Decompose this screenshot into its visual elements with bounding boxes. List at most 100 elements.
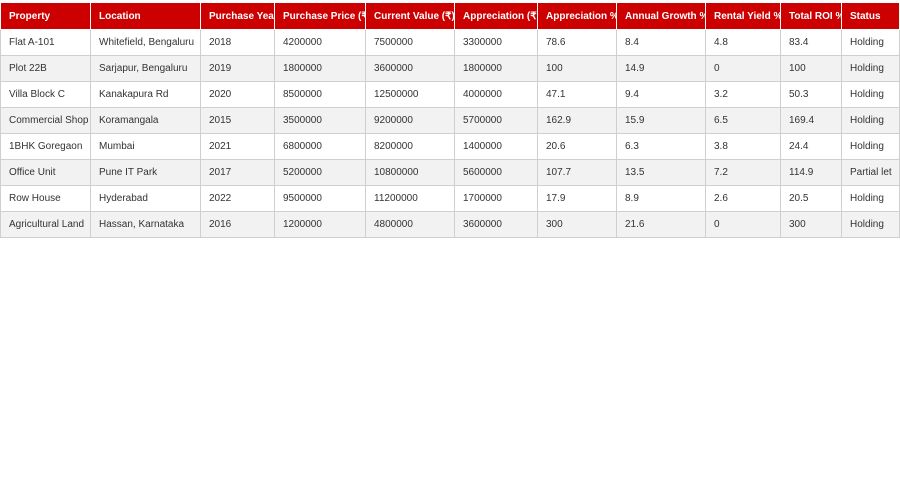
column-header-purchase-year[interactable]: Purchase Year [200, 2, 275, 30]
table-cell-total-roi[interactable]: 83.4 [780, 29, 842, 56]
table-cell-property[interactable]: Row House [0, 185, 91, 212]
table-cell-current-value[interactable]: 3600000 [365, 55, 455, 82]
table-cell-rental-yield[interactable]: 4.8 [705, 29, 781, 56]
table-cell-appreciation[interactable]: 47.1 [537, 81, 617, 108]
table-cell-location[interactable]: Sarjapur, Bengaluru [90, 55, 201, 82]
table-cell-annual-growth[interactable]: 13.5 [616, 159, 706, 186]
table-cell-property[interactable]: Commercial Shop [0, 107, 91, 134]
table-cell-current-value[interactable]: 12500000 [365, 81, 455, 108]
table-row[interactable]: Agricultural Land Hassan, Karnataka 2016 12… [0, 211, 900, 238]
table-cell-appreciation[interactable]: 100 [537, 55, 617, 82]
table-cell-annual-growth[interactable]: 15.9 [616, 107, 706, 134]
table-row[interactable]: Plot 22B Sarjapur, Bengaluru 2019 1800000 36… [0, 55, 900, 82]
table-cell-property[interactable]: Flat A-101 [0, 29, 91, 56]
table-cell-purchase-year[interactable]: 2015 [200, 107, 275, 134]
table-cell-total-roi[interactable]: 24.4 [780, 133, 842, 160]
table-cell-appreciation[interactable]: 3600000 [454, 211, 538, 238]
table-cell-location[interactable]: Hyderabad [90, 185, 201, 212]
table-cell-status[interactable]: Holding [841, 211, 900, 238]
table-cell-property[interactable]: Villa Block C [0, 81, 91, 108]
table-cell-total-roi[interactable]: 114.9 [780, 159, 842, 186]
table-cell-appreciation[interactable]: 20.6 [537, 133, 617, 160]
table-cell-appreciation[interactable]: 1700000 [454, 185, 538, 212]
table-cell-annual-growth[interactable]: 21.6 [616, 211, 706, 238]
table-cell-appreciation[interactable]: 1400000 [454, 133, 538, 160]
column-header-total-roi[interactable]: Total ROI % [780, 2, 842, 30]
table-cell-rental-yield[interactable]: 6.5 [705, 107, 781, 134]
table-cell-property[interactable]: Agricultural Land [0, 211, 91, 238]
table-cell-annual-growth[interactable]: 14.9 [616, 55, 706, 82]
table-cell-rental-yield[interactable]: 0 [705, 55, 781, 82]
table-cell-status[interactable]: Holding [841, 185, 900, 212]
column-header-annual-growth[interactable]: Annual Growth % [616, 2, 706, 30]
table-cell-annual-growth[interactable]: 8.4 [616, 29, 706, 56]
table-cell-location[interactable]: Kanakapura Rd [90, 81, 201, 108]
table-cell-annual-growth[interactable]: 6.3 [616, 133, 706, 160]
table-cell-purchase-price[interactable]: 3500000 [274, 107, 366, 134]
table-row[interactable]: Row House Hyderabad 2022 9500000 11200000 170… [0, 185, 900, 212]
table-cell-annual-growth[interactable]: 8.9 [616, 185, 706, 212]
table-cell-appreciation[interactable]: 17.9 [537, 185, 617, 212]
table-cell-status[interactable]: Partial let [841, 159, 900, 186]
table-cell-purchase-year[interactable]: 2017 [200, 159, 275, 186]
column-header-appreciation[interactable]: Appreciation (₹) [454, 2, 538, 30]
table-cell-appreciation[interactable]: 78.6 [537, 29, 617, 56]
table-cell-status[interactable]: Holding [841, 55, 900, 82]
table-cell-property[interactable]: Office Unit [0, 159, 91, 186]
column-header-status[interactable]: Status [841, 2, 900, 30]
table-cell-rental-yield[interactable]: 3.2 [705, 81, 781, 108]
table-cell-rental-yield[interactable]: 2.6 [705, 185, 781, 212]
table-cell-appreciation[interactable]: 107.7 [537, 159, 617, 186]
table-cell-purchase-price[interactable]: 1800000 [274, 55, 366, 82]
table-cell-current-value[interactable]: 8200000 [365, 133, 455, 160]
table-cell-purchase-year[interactable]: 2016 [200, 211, 275, 238]
column-header-purchase-price[interactable]: Purchase Price (₹) [274, 2, 366, 30]
table-cell-purchase-year[interactable]: 2019 [200, 55, 275, 82]
table-cell-property[interactable]: 1BHK Goregaon [0, 133, 91, 160]
table-row[interactable]: Flat A-101 Whitefield, Bengaluru 2018 42000… [0, 29, 900, 56]
table-cell-purchase-price[interactable]: 8500000 [274, 81, 366, 108]
table-cell-purchase-price[interactable]: 5200000 [274, 159, 366, 186]
table-cell-purchase-year[interactable]: 2022 [200, 185, 275, 212]
table-row[interactable]: Villa Block C Kanakapura Rd 2020 8500000 125… [0, 81, 900, 108]
table-cell-location[interactable]: Mumbai [90, 133, 201, 160]
table-cell-appreciation[interactable]: 4000000 [454, 81, 538, 108]
table-cell-annual-growth[interactable]: 9.4 [616, 81, 706, 108]
table-cell-property[interactable]: Plot 22B [0, 55, 91, 82]
table-cell-appreciation[interactable]: 3300000 [454, 29, 538, 56]
table-cell-current-value[interactable]: 10800000 [365, 159, 455, 186]
table-cell-purchase-price[interactable]: 4200000 [274, 29, 366, 56]
column-header-property[interactable]: Property [0, 2, 91, 30]
column-header-appreciation[interactable]: Appreciation % [537, 2, 617, 30]
table-cell-current-value[interactable]: 11200000 [365, 185, 455, 212]
table-cell-appreciation[interactable]: 300 [537, 211, 617, 238]
table-cell-status[interactable]: Holding [841, 29, 900, 56]
table-cell-purchase-price[interactable]: 6800000 [274, 133, 366, 160]
table-cell-purchase-year[interactable]: 2021 [200, 133, 275, 160]
table-cell-appreciation[interactable]: 5600000 [454, 159, 538, 186]
table-cell-current-value[interactable]: 9200000 [365, 107, 455, 134]
table-cell-status[interactable]: Holding [841, 107, 900, 134]
table-row[interactable]: Commercial Shop Koramangala 2015 3500000 920… [0, 107, 900, 134]
table-cell-appreciation[interactable]: 5700000 [454, 107, 538, 134]
table-cell-total-roi[interactable]: 50.3 [780, 81, 842, 108]
table-cell-rental-yield[interactable]: 0 [705, 211, 781, 238]
table-cell-current-value[interactable]: 7500000 [365, 29, 455, 56]
table-cell-total-roi[interactable]: 300 [780, 211, 842, 238]
table-cell-purchase-price[interactable]: 1200000 [274, 211, 366, 238]
table-row[interactable]: 1BHK Goregaon Mumbai 2021 6800000 8200000 140… [0, 133, 900, 160]
table-cell-location[interactable]: Koramangala [90, 107, 201, 134]
table-cell-location[interactable]: Whitefield, Bengaluru [90, 29, 201, 56]
table-cell-purchase-year[interactable]: 2020 [200, 81, 275, 108]
table-cell-current-value[interactable]: 4800000 [365, 211, 455, 238]
table-cell-appreciation[interactable]: 162.9 [537, 107, 617, 134]
table-cell-total-roi[interactable]: 169.4 [780, 107, 842, 134]
table-cell-status[interactable]: Holding [841, 133, 900, 160]
table-cell-location[interactable]: Pune IT Park [90, 159, 201, 186]
table-cell-status[interactable]: Holding [841, 81, 900, 108]
column-header-location[interactable]: Location [90, 2, 201, 30]
table-cell-purchase-price[interactable]: 9500000 [274, 185, 366, 212]
table-cell-total-roi[interactable]: 100 [780, 55, 842, 82]
column-header-rental-yield[interactable]: Rental Yield % [705, 2, 781, 30]
table-cell-rental-yield[interactable]: 3.8 [705, 133, 781, 160]
